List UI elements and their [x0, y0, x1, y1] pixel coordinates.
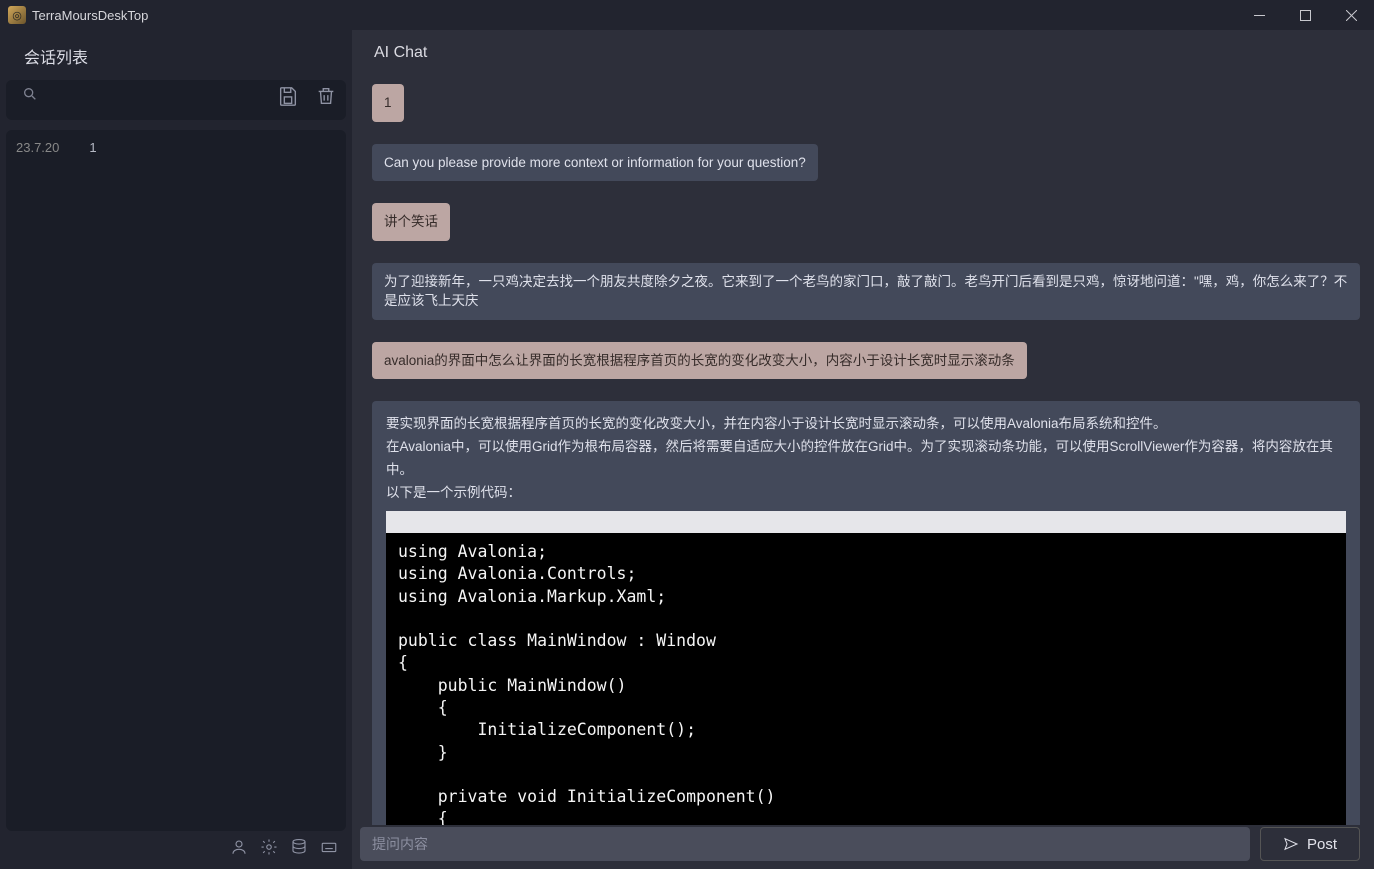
- answer-line: 要实现界面的长宽根据程序首页的长宽的变化改变大小，并在内容小于设计长宽时显示滚动…: [386, 413, 1346, 436]
- post-button[interactable]: Post: [1260, 827, 1360, 861]
- code-header: [386, 511, 1346, 533]
- sidebar-toolbar: [6, 80, 346, 120]
- database-icon[interactable]: [290, 838, 308, 859]
- answer-line: 以下是一个示例代码：: [386, 482, 1346, 505]
- code-block: using Avalonia; using Avalonia.Controls;…: [386, 511, 1346, 825]
- keyboard-icon[interactable]: [320, 838, 338, 859]
- send-icon: [1283, 836, 1299, 852]
- window-maximize-button[interactable]: [1282, 0, 1328, 30]
- message-user: 讲个笑话: [372, 203, 450, 241]
- conversation-list: 23.7.20 1: [6, 130, 346, 831]
- input-row: Post: [352, 825, 1374, 869]
- title-bar: ◎ TerraMoursDeskTop: [0, 0, 1374, 30]
- save-button[interactable]: [274, 82, 302, 110]
- search-icon: [22, 86, 38, 106]
- conversation-title: 1: [89, 140, 96, 155]
- chat-panel: AI Chat 1 Can you please provide more co…: [352, 30, 1374, 869]
- chat-title: AI Chat: [352, 30, 1374, 76]
- message-assistant: 为了迎接新年，一只鸡决定去找一个朋友共度除夕之夜。它来到了一个老鸟的家门口，敲了…: [372, 263, 1360, 320]
- sidebar-footer: [6, 831, 346, 865]
- user-icon[interactable]: [230, 838, 248, 859]
- answer-line: 在Avalonia中，可以使用Grid作为根布局容器，然后将需要自适应大小的控件…: [386, 436, 1346, 482]
- message-input[interactable]: [360, 827, 1250, 861]
- gear-icon[interactable]: [260, 838, 278, 859]
- conversation-date: 23.7.20: [16, 140, 59, 155]
- message-user: avalonia的界面中怎么让界面的长宽根据程序首页的长宽的变化改变大小，内容小…: [372, 342, 1027, 380]
- delete-button[interactable]: [312, 82, 340, 110]
- search-input-wrapper[interactable]: [12, 80, 264, 112]
- message-user: 1: [372, 84, 404, 122]
- window-close-button[interactable]: [1328, 0, 1374, 30]
- sidebar: 会话列表 23.7.20 1: [0, 30, 352, 869]
- conversation-item[interactable]: 23.7.20 1: [10, 136, 342, 159]
- message-assistant-code: 要实现界面的长宽根据程序首页的长宽的变化改变大小，并在内容小于设计长宽时显示滚动…: [372, 401, 1360, 825]
- code-text: using Avalonia; using Avalonia.Controls;…: [398, 542, 776, 825]
- message-list[interactable]: 1 Can you please provide more context or…: [352, 76, 1374, 825]
- window-minimize-button[interactable]: [1236, 0, 1282, 30]
- post-label: Post: [1307, 836, 1337, 853]
- sidebar-title: 会话列表: [6, 40, 346, 80]
- message-assistant: Can you please provide more context or i…: [372, 144, 818, 182]
- app-icon: ◎: [8, 6, 26, 24]
- app-title: TerraMoursDeskTop: [32, 8, 148, 23]
